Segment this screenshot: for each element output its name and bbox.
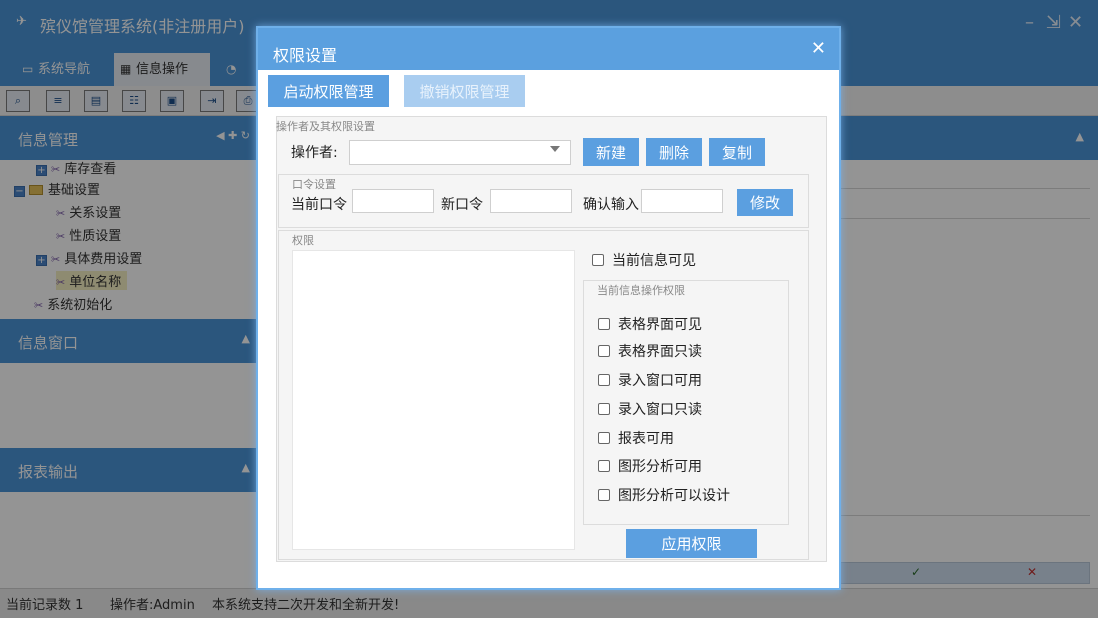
checkbox-label: 表格界面可见 [618,317,702,333]
section-legend: 口令设置 [292,178,336,191]
checkbox[interactable] [598,374,610,386]
dialog-header: 权限设置 ✕ [258,28,839,70]
copy-operator-button[interactable]: 复制 [709,138,765,166]
modify-password-button[interactable]: 修改 [737,189,793,216]
checkbox-label: 录入窗口可用 [618,373,702,389]
checkbox[interactable] [598,432,610,444]
option-chart-usable[interactable]: 图形分析可用 [598,456,702,476]
confirm-password-label: 确认输入 [583,197,639,213]
option-entry-readonly[interactable]: 录入窗口只读 [598,399,702,419]
checkbox[interactable] [598,460,610,472]
close-icon[interactable]: ✕ [811,38,826,59]
option-table-readonly[interactable]: 表格界面只读 [598,341,702,361]
new-operator-button[interactable]: 新建 [583,138,639,166]
revoke-permission-button[interactable]: 撤销权限管理 [404,75,525,107]
checkbox-label: 图形分析可用 [618,459,702,475]
checkbox-label: 报表可用 [618,431,674,447]
option-chart-design[interactable]: 图形分析可以设计 [598,485,730,505]
chevron-down-icon[interactable] [550,146,560,152]
checkbox[interactable] [592,254,604,266]
section-legend: 权限 [292,234,314,247]
confirm-password-input[interactable] [641,189,723,213]
permission-dialog: 权限设置 ✕ 启动权限管理 撤销权限管理 操作者及其权限设置 操作者: 新建 删… [256,26,841,590]
apply-permission-button[interactable]: 应用权限 [626,529,757,558]
checkbox[interactable] [598,318,610,330]
operator-combobox[interactable] [349,140,571,165]
option-table-visible[interactable]: 表格界面可见 [598,314,702,334]
checkbox-label: 当前信息可见 [612,253,696,269]
section-legend: 当前信息操作权限 [597,284,685,297]
operator-label: 操作者: [291,145,338,161]
checkbox-label: 录入窗口只读 [618,402,702,418]
checkbox[interactable] [598,345,610,357]
section-legend: 操作者及其权限设置 [276,120,375,133]
current-password-label: 当前口令 [291,197,347,213]
checkbox[interactable] [598,403,610,415]
current-password-input[interactable] [352,189,434,213]
new-password-input[interactable] [490,189,572,213]
current-visible-checkbox[interactable]: 当前信息可见 [592,250,696,270]
checkbox-label: 表格界面只读 [618,344,702,360]
option-entry-usable[interactable]: 录入窗口可用 [598,370,702,390]
new-password-label: 新口令 [441,197,483,213]
checkbox-label: 图形分析可以设计 [618,488,730,504]
permission-list[interactable] [292,250,575,550]
enable-permission-button[interactable]: 启动权限管理 [268,75,389,107]
option-report-usable[interactable]: 报表可用 [598,428,674,448]
dialog-title: 权限设置 [273,46,338,65]
checkbox[interactable] [598,489,610,501]
delete-operator-button[interactable]: 删除 [646,138,702,166]
